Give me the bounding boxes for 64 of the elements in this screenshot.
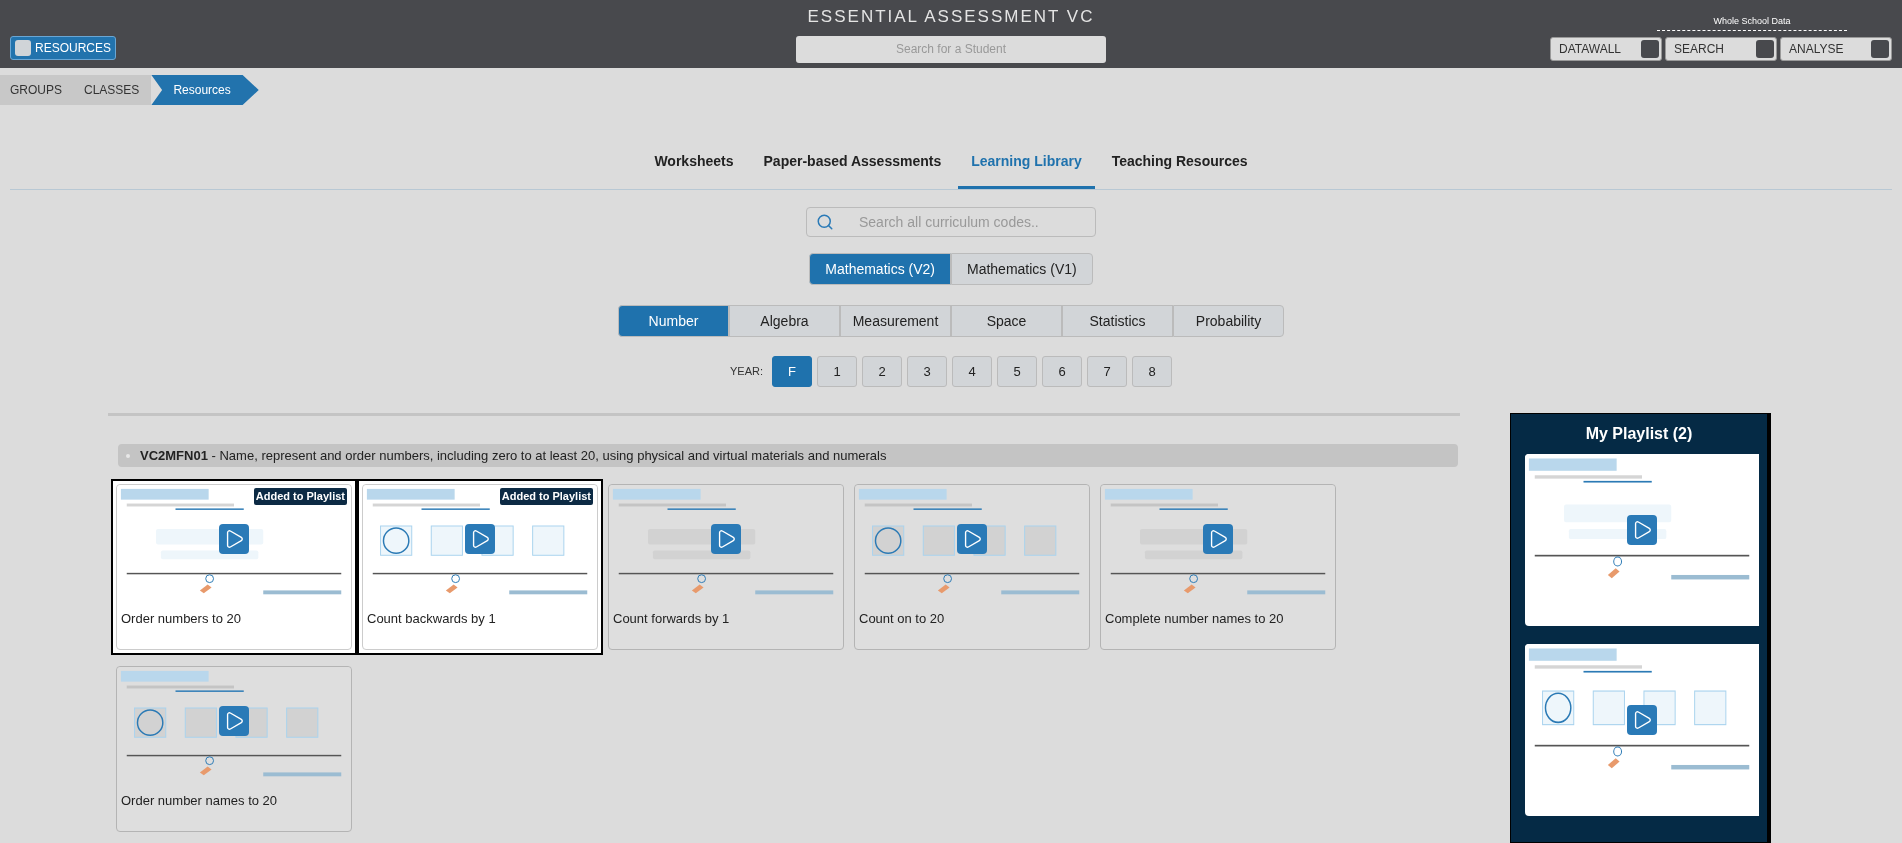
breadcrumb[interactable]: CLASSES	[74, 75, 152, 105]
strand-tab[interactable]: Number	[618, 305, 729, 337]
play-button[interactable]	[465, 523, 495, 554]
strand-tab[interactable]: Measurement	[840, 305, 951, 337]
year-button[interactable]: 6	[1042, 356, 1082, 387]
play-button[interactable]	[957, 523, 987, 554]
card-title: Count backwards by 1	[366, 610, 497, 628]
student-search-field[interactable]: Search for a Student	[796, 35, 1106, 63]
section-label: Whole School Data	[1657, 15, 1847, 31]
lesson-card[interactable]: Order number names to 20	[113, 663, 355, 835]
strand-tab[interactable]: Algebra	[729, 305, 840, 337]
square-icon	[1871, 39, 1889, 58]
nav-button[interactable]: ANALYSE	[1780, 36, 1892, 61]
square-icon	[1756, 39, 1774, 58]
curriculum-search-field[interactable]: Search all curriculum codes..	[806, 207, 1096, 237]
playlist-badge: Added to Playlist	[499, 488, 593, 505]
playlist-title: My Playlist (2)	[1585, 424, 1693, 444]
card-title: Complete number names to 20	[1104, 610, 1285, 628]
year-button[interactable]: 8	[1132, 356, 1172, 387]
breadcrumb[interactable]: Resources	[151, 75, 259, 105]
play-button[interactable]	[711, 523, 741, 554]
tab[interactable]: Teaching Resources	[1098, 137, 1261, 189]
year-button[interactable]: 5	[997, 356, 1037, 387]
year-button[interactable]: 2	[862, 356, 902, 387]
tab[interactable]: Learning Library	[958, 137, 1095, 189]
strand-tab[interactable]: Probability	[1173, 305, 1284, 337]
nav-button[interactable]: DATAWALL	[1550, 36, 1662, 61]
lesson-card[interactable]: Count on to 20	[851, 481, 1093, 653]
playlist-badge: Added to Playlist	[253, 488, 347, 505]
card-title: Order numbers to 20	[120, 610, 242, 628]
lesson-card[interactable]: Added to Playlist Order numbers to 20	[113, 481, 355, 653]
resources-button[interactable]: RESOURCES	[10, 36, 116, 60]
subject-toggle[interactable]: Mathematics (V1)	[951, 253, 1093, 285]
subject-toggle[interactable]: Mathematics (V2)	[809, 253, 951, 285]
play-button[interactable]	[1627, 514, 1657, 545]
year-button[interactable]: 3	[907, 356, 947, 387]
lesson-card[interactable]: Added to Playlist Count backwards by 1	[359, 481, 601, 653]
card-title: Order number names to 20	[120, 792, 279, 810]
tab[interactable]: Paper-based Assessments	[750, 137, 955, 189]
breadcrumb[interactable]: GROUPS	[0, 75, 74, 105]
year-button[interactable]: 7	[1087, 356, 1127, 387]
search-icon	[816, 213, 834, 231]
square-icon	[15, 40, 31, 56]
lesson-card[interactable]: Count forwards by 1	[605, 481, 847, 653]
section-text: VC2MFN01 - Name, represent and order numbers, including zero to at least 20, using physical and virtual materials and numerals	[140, 446, 887, 465]
strand-tab[interactable]: Statistics	[1062, 305, 1173, 337]
playlist-item[interactable]	[1525, 454, 1759, 626]
play-button[interactable]	[219, 523, 249, 554]
card-title: Count forwards by 1	[612, 610, 731, 628]
year-label: YEAR:	[730, 364, 763, 380]
year-button[interactable]: 4	[952, 356, 992, 387]
card-title: Count on to 20	[858, 610, 946, 628]
play-button[interactable]	[1627, 704, 1657, 735]
play-button[interactable]	[219, 705, 249, 736]
play-button[interactable]	[1203, 523, 1233, 554]
year-button[interactable]: 1	[817, 356, 857, 387]
year-button[interactable]: F	[772, 356, 812, 387]
playlist-item[interactable]	[1525, 644, 1759, 816]
app-title: ESSENTIAL ASSESSMENT VC	[807, 6, 1095, 28]
nav-button[interactable]: SEARCH	[1665, 36, 1777, 61]
strand-tab[interactable]: Space	[951, 305, 1062, 337]
square-icon	[1641, 39, 1659, 58]
lesson-card[interactable]: Complete number names to 20	[1097, 481, 1339, 653]
tab[interactable]: Worksheets	[641, 137, 747, 189]
